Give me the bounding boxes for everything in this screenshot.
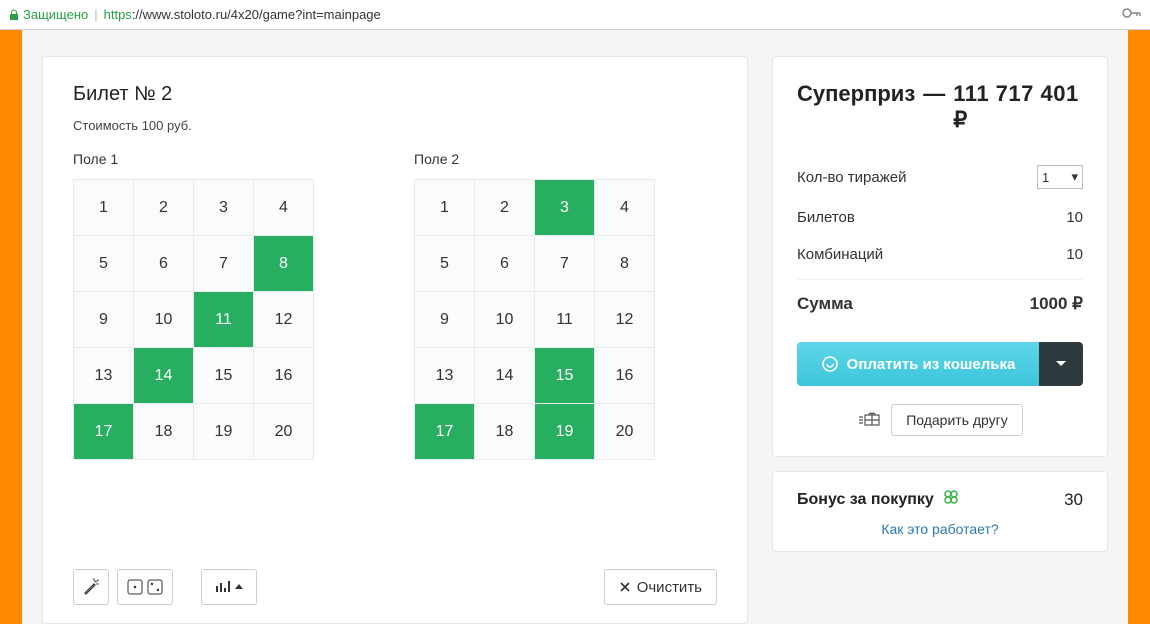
number-cell[interactable]: 16 xyxy=(254,348,314,404)
number-cell[interactable]: 9 xyxy=(74,292,134,348)
ticket-card: Билет № 2 Стоимость 100 руб. Поле 1 1234… xyxy=(42,56,748,624)
number-cell[interactable]: 5 xyxy=(415,236,475,292)
number-cell[interactable]: 11 xyxy=(194,292,254,348)
bonus-label: Бонус за покупку xyxy=(797,491,934,509)
total-label: Сумма xyxy=(797,294,853,314)
number-cell[interactable]: 8 xyxy=(595,236,655,292)
number-cell[interactable]: 18 xyxy=(475,404,535,460)
chevron-down-icon xyxy=(1055,360,1067,368)
number-cell[interactable]: 17 xyxy=(415,404,475,460)
tickets-value: 10 xyxy=(1066,209,1083,226)
prize-label: Суперприз xyxy=(797,81,915,107)
field1-label: Поле 1 xyxy=(73,151,314,167)
chevron-down-icon: ▾ xyxy=(1071,169,1078,185)
number-cell[interactable]: 10 xyxy=(475,292,535,348)
number-cell[interactable]: 7 xyxy=(194,236,254,292)
number-cell[interactable]: 3 xyxy=(535,180,595,236)
total-value: 1000 ₽ xyxy=(1030,294,1083,314)
ticket-cost: Стоимость 100 руб. xyxy=(73,118,717,133)
number-cell[interactable]: 19 xyxy=(535,404,595,460)
gift-button[interactable]: Подарить другу xyxy=(891,404,1023,436)
field-1: Поле 1 1234567891011121314151617181920 xyxy=(73,151,314,460)
bonus-card: Бонус за покупку 30 Как это работает? xyxy=(772,471,1108,552)
stats-buttons[interactable] xyxy=(201,569,257,605)
number-grid-1: 1234567891011121314151617181920 xyxy=(73,179,314,460)
field2-label: Поле 2 xyxy=(414,151,655,167)
key-icon[interactable] xyxy=(1122,7,1142,22)
number-cell[interactable]: 18 xyxy=(134,404,194,460)
number-cell[interactable]: 15 xyxy=(535,348,595,404)
number-cell[interactable]: 9 xyxy=(415,292,475,348)
left-stripe xyxy=(0,30,22,624)
number-cell[interactable]: 17 xyxy=(74,404,134,460)
pay-dropdown[interactable] xyxy=(1039,342,1083,386)
number-cell[interactable]: 20 xyxy=(595,404,655,460)
separator: | xyxy=(94,7,97,22)
number-cell[interactable]: 7 xyxy=(535,236,595,292)
url-text[interactable]: https://www.stoloto.ru/4x20/game?int=mai… xyxy=(104,7,381,22)
number-cell[interactable]: 2 xyxy=(475,180,535,236)
clover-icon xyxy=(942,488,960,511)
draws-select[interactable]: 1 ▾ xyxy=(1037,165,1083,189)
number-cell[interactable]: 1 xyxy=(415,180,475,236)
number-cell[interactable]: 19 xyxy=(194,404,254,460)
secure-label: Защищено xyxy=(23,7,88,22)
field-2: Поле 2 1234567891011121314151617181920 xyxy=(414,151,655,460)
number-cell[interactable]: 3 xyxy=(194,180,254,236)
number-cell[interactable]: 12 xyxy=(254,292,314,348)
number-cell[interactable]: 5 xyxy=(74,236,134,292)
combos-value: 10 xyxy=(1066,246,1083,263)
number-grid-2: 1234567891011121314151617181920 xyxy=(414,179,655,460)
pay-label: Оплатить из кошелька xyxy=(847,356,1016,373)
ticket-toolbar: Очистить xyxy=(73,545,717,605)
dash: — xyxy=(923,81,945,107)
clear-button[interactable]: Очистить xyxy=(604,569,717,605)
number-cell[interactable]: 15 xyxy=(194,348,254,404)
number-cell[interactable]: 6 xyxy=(475,236,535,292)
prize-value: 111 717 401 ₽ xyxy=(953,81,1083,133)
combos-label: Комбинаций xyxy=(797,246,883,263)
number-cell[interactable]: 2 xyxy=(134,180,194,236)
lock-icon: Защищено xyxy=(8,7,88,22)
number-cell[interactable]: 20 xyxy=(254,404,314,460)
number-cell[interactable]: 4 xyxy=(595,180,655,236)
number-cell[interactable]: 13 xyxy=(74,348,134,404)
bonus-value: 30 xyxy=(1064,490,1083,510)
pay-button[interactable]: Оплатить из кошелька xyxy=(797,342,1039,386)
number-cell[interactable]: 10 xyxy=(134,292,194,348)
number-cell[interactable]: 16 xyxy=(595,348,655,404)
number-cell[interactable]: 14 xyxy=(475,348,535,404)
right-stripe xyxy=(1128,30,1150,624)
how-it-works-link[interactable]: Как это работает? xyxy=(797,521,1083,537)
address-bar: Защищено | https://www.stoloto.ru/4x20/g… xyxy=(0,0,1150,30)
summary-card: Суперприз — 111 717 401 ₽ Кол-во тиражей… xyxy=(772,56,1108,457)
magic-wand-button[interactable] xyxy=(73,569,109,605)
close-icon xyxy=(619,581,631,593)
clear-label: Очистить xyxy=(637,579,702,596)
number-cell[interactable]: 13 xyxy=(415,348,475,404)
number-cell[interactable]: 1 xyxy=(74,180,134,236)
tickets-label: Билетов xyxy=(797,209,855,226)
number-cell[interactable]: 4 xyxy=(254,180,314,236)
summary-panel: Суперприз — 111 717 401 ₽ Кол-во тиражей… xyxy=(772,56,1108,624)
number-cell[interactable]: 11 xyxy=(535,292,595,348)
dice-buttons[interactable] xyxy=(117,569,173,605)
number-cell[interactable]: 12 xyxy=(595,292,655,348)
gift-icon xyxy=(857,409,881,432)
number-cell[interactable]: 14 xyxy=(134,348,194,404)
wallet-icon xyxy=(821,355,839,373)
draws-label: Кол-во тиражей xyxy=(797,169,907,186)
number-cell[interactable]: 8 xyxy=(254,236,314,292)
number-cell[interactable]: 6 xyxy=(134,236,194,292)
ticket-title: Билет № 2 xyxy=(73,83,717,106)
